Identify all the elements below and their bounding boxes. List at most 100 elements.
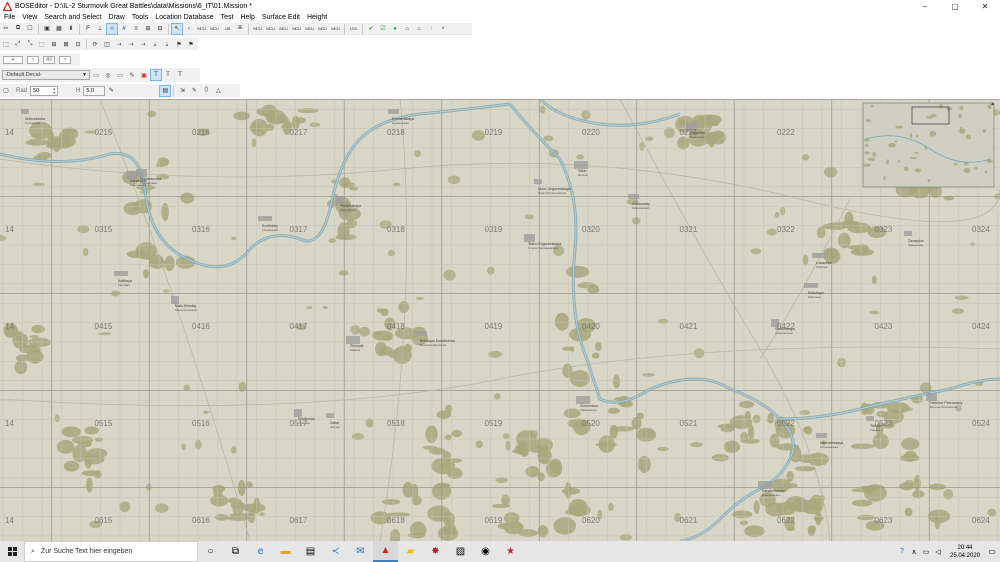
mcu-button-2[interactable]: MCU xyxy=(265,24,276,34)
store-icon[interactable]: ▤ xyxy=(298,541,323,562)
align-icon[interactable]: ≡ xyxy=(131,24,141,34)
brush-tool-4[interactable]: ⬯ xyxy=(201,86,211,96)
tool-icon-9[interactable]: ⇢ xyxy=(114,39,124,49)
decal-tool-2[interactable]: ◎ xyxy=(103,70,113,80)
menu-surface-edit[interactable]: Surface Edit xyxy=(258,14,303,21)
map-view[interactable]: Sukhodonka Суходонка Podzharovka Подзаровка… xyxy=(0,99,1000,541)
decal-select[interactable]: -Default Decal- ▼ xyxy=(2,70,90,80)
menu-location-database[interactable]: Location Database xyxy=(151,14,216,21)
menu-view[interactable]: View xyxy=(18,14,40,21)
decal-tool-5[interactable]: T xyxy=(150,69,162,81)
layer-all-button[interactable]: All xyxy=(43,56,55,64)
vscode-icon[interactable]: ≺ xyxy=(323,541,348,562)
layer-icon[interactable]: ⧈ xyxy=(235,24,245,34)
photos-icon[interactable]: ▨ xyxy=(448,541,473,562)
decal-tool-6[interactable]: T xyxy=(163,70,173,80)
rad-input[interactable]: 50 ▲ ▼ xyxy=(30,85,59,96)
tool-icon-4[interactable]: ⬚ xyxy=(37,39,47,49)
menu-search-and-select[interactable]: Search and Select xyxy=(40,14,104,21)
minimize-button[interactable]: – xyxy=(910,0,940,12)
maximize-button[interactable]: ▢ xyxy=(940,0,970,12)
brush-tool-5[interactable]: △ xyxy=(213,86,223,96)
brush-tool-1[interactable]: ▤ xyxy=(159,84,172,97)
cut-icon[interactable]: ✂ xyxy=(1,24,11,34)
volume-icon[interactable]: ◁ xyxy=(933,541,943,562)
file-explorer-icon[interactable]: ▬ xyxy=(273,541,298,562)
il2-editor-icon[interactable]: ▲ xyxy=(373,541,398,562)
filter-icon[interactable]: F xyxy=(83,24,93,34)
mcu-button-1[interactable]: MCU xyxy=(252,24,263,34)
menu-tools[interactable]: Tools xyxy=(128,14,151,21)
layer-dot-button[interactable]: • xyxy=(3,56,23,64)
green-dot-icon[interactable]: ● xyxy=(390,24,400,34)
tool-icon-14[interactable]: ⚑ xyxy=(174,39,184,49)
mcu-button-7[interactable]: MCU xyxy=(330,24,341,34)
unlink-icon[interactable]: ⊟ xyxy=(155,24,165,34)
tool-icon-13[interactable]: ⇣ xyxy=(162,39,172,49)
sticky-notes-icon[interactable]: ▰ xyxy=(398,541,423,562)
save-icon[interactable]: ▦ xyxy=(54,24,64,34)
windows-start-icon[interactable] xyxy=(0,541,24,562)
menu-height[interactable]: Height xyxy=(303,14,330,21)
edge-icon[interactable]: e xyxy=(248,541,273,562)
anchor-icon[interactable]: ⊥ xyxy=(95,24,105,34)
tool-icon-12[interactable]: ⇣ xyxy=(150,39,160,49)
h-input[interactable]: 5.0 xyxy=(83,85,106,96)
task-view-icon[interactable]: ⧉ xyxy=(223,541,248,562)
mail-icon[interactable]: ✉ xyxy=(348,541,373,562)
left-icon[interactable]: ‹ xyxy=(184,24,194,34)
menu-draw[interactable]: Draw xyxy=(105,14,128,21)
menu-test[interactable]: Test xyxy=(217,14,237,21)
load-icon[interactable]: ⬇ xyxy=(66,24,76,34)
arrow-up-icon[interactable]: ↑ xyxy=(426,24,436,34)
pipette-icon[interactable]: ✎ xyxy=(106,86,116,96)
network-icon[interactable]: ▭ xyxy=(921,541,931,562)
mcu-icon-2[interactable]: MCU xyxy=(209,24,220,34)
tool-icon-3[interactable]: ⤡ xyxy=(25,39,35,49)
decal-tool-4[interactable]: ▣ xyxy=(139,70,149,80)
cortana-icon[interactable]: ○ xyxy=(198,541,223,562)
building-icon-1[interactable]: ⌂ xyxy=(402,24,412,34)
mcu-icon-1[interactable]: MCU xyxy=(196,24,207,34)
tool-icon-15[interactable]: ⚑ xyxy=(186,39,196,49)
layer-right-button[interactable]: > xyxy=(59,56,71,64)
brush-tool-2[interactable]: ⇲ xyxy=(177,86,187,96)
tool-icon-6[interactable]: ⊠ xyxy=(61,39,71,49)
menu-file[interactable]: File xyxy=(0,14,18,21)
help-icon[interactable]: ? xyxy=(897,541,907,562)
mcu-button-3[interactable]: MCU xyxy=(278,24,289,34)
loc-button[interactable]: LOC xyxy=(348,24,359,34)
decal-tool-3[interactable]: ▭ xyxy=(115,70,125,80)
scroll-up-icon[interactable]: ▲ xyxy=(990,101,998,107)
delete-icon[interactable]: ☐ xyxy=(25,24,35,34)
brush-tool-3[interactable]: ✎ xyxy=(189,86,199,96)
pipette-icon[interactable]: ✎ xyxy=(127,70,137,80)
spin-arrows-icon[interactable]: ▲ ▼ xyxy=(53,87,56,95)
il2-icon[interactable]: ✸ xyxy=(423,541,448,562)
pin-icon[interactable]: ♆ xyxy=(438,24,448,34)
menu-help[interactable]: Help xyxy=(236,14,257,21)
tool-icon-5[interactable]: ⊞ xyxy=(49,39,59,49)
notification-icon[interactable]: ▭ xyxy=(984,541,1000,562)
tool-icon-10[interactable]: ⇢ xyxy=(126,39,136,49)
media-icon[interactable]: ◉ xyxy=(473,541,498,562)
building-icon-2[interactable]: ⌂ xyxy=(414,24,424,34)
lib-button[interactable]: LIB xyxy=(222,24,233,34)
decal-tool-1[interactable]: ▭ xyxy=(91,70,101,80)
taskbar-clock[interactable]: 20:44 25.04.2020 xyxy=(946,544,984,560)
decal-tool-7[interactable]: T xyxy=(175,70,185,80)
layer-left-button[interactable]: < xyxy=(27,56,39,64)
rotate-icon[interactable]: ⟳ xyxy=(90,39,100,49)
map-canvas[interactable]: SukhodonkaСуходонкаPodzharovkaПодзаровка… xyxy=(0,99,1000,541)
mcu-button-6[interactable]: MCU xyxy=(317,24,328,34)
link-icon[interactable]: ⊞ xyxy=(143,24,153,34)
mcu-button-4[interactable]: MCU xyxy=(291,24,302,34)
grid-icon[interactable]: # xyxy=(119,24,129,34)
cursor-icon[interactable]: ↖ xyxy=(171,22,183,35)
tool-icon-1[interactable]: ⬚ xyxy=(1,39,11,49)
copy-icon[interactable]: ⧉ xyxy=(13,24,23,34)
tool-icon-2[interactable]: ⤢ xyxy=(13,39,23,49)
taskbar-search-input[interactable]: ⌕ Zur Suche Text hier eingeben xyxy=(24,541,198,562)
checkbox-icon[interactable]: ☑ xyxy=(378,24,388,34)
mcu-button-5[interactable]: MCU xyxy=(304,24,315,34)
